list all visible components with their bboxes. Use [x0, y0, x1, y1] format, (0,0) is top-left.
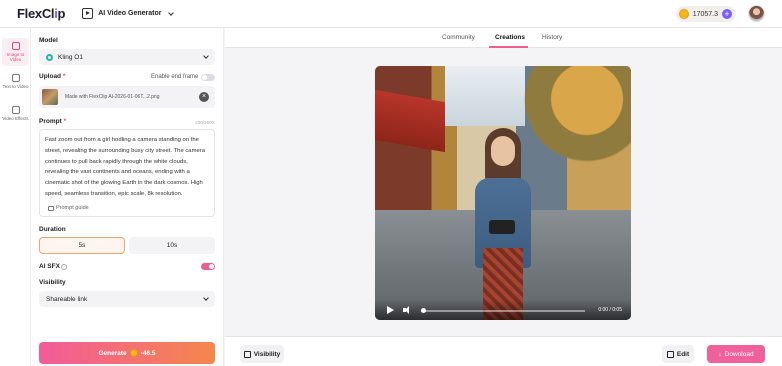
- text-video-icon: [11, 74, 20, 82]
- upload-filename: Made with FlexClip AI-2026-01-06T...2.pn…: [65, 94, 160, 100]
- download-button[interactable]: ↓ Download: [707, 345, 765, 363]
- prompt-label: Prompt *: [39, 118, 67, 125]
- visibility-label: Visibility: [39, 279, 66, 286]
- tool-name: AI Video Generator: [98, 10, 162, 17]
- duration-5s-button[interactable]: 5s: [39, 237, 125, 254]
- video-time: 0:00 / 0:05: [598, 307, 622, 313]
- prompt-counter: 200/2500: [195, 120, 214, 125]
- download-icon: ↓: [718, 350, 722, 358]
- video-controls: 0:00 / 0:05: [375, 300, 631, 320]
- generate-button[interactable]: Generate -46.5: [39, 342, 215, 364]
- coin-icon: [678, 9, 689, 19]
- settings-panel: Model Kling O1 Upload * Enable end frame…: [31, 28, 224, 366]
- video-frame-trees: [521, 66, 631, 176]
- video-frame-sky: [445, 66, 525, 126]
- chevron-down-icon: [168, 9, 175, 16]
- remove-file-button[interactable]: ×: [199, 92, 209, 102]
- upload-file[interactable]: Made with FlexClip AI-2026-01-06T...2.pn…: [39, 86, 215, 108]
- video-frame-subject: [471, 128, 535, 320]
- bottom-bar: Visibility Edit ↓ Download: [225, 336, 782, 366]
- flexclip-logo[interactable]: FlexCl i p: [17, 6, 65, 21]
- prompt-text: Fast zoom out from a girl hodling a came…: [45, 137, 205, 197]
- visibility-icon: [243, 350, 251, 358]
- credits-badge[interactable]: 17057.3 +: [675, 6, 736, 22]
- book-icon: [48, 205, 54, 211]
- image-video-icon: [11, 42, 20, 50]
- rail-item-image-to-video[interactable]: Image to Video: [2, 38, 29, 66]
- main-area: Community Creations History 0:00 / 0:05 …: [225, 28, 782, 366]
- model-label: Model: [39, 37, 58, 44]
- active-tab-indicator: [489, 46, 528, 48]
- prompt-guide-link[interactable]: Prompt guide: [48, 205, 89, 211]
- tab-history[interactable]: History: [542, 34, 562, 41]
- tab-creations[interactable]: Creations: [495, 34, 525, 41]
- top-bar: FlexCl i p AI Video Generator 17057.3 +: [0, 0, 782, 28]
- tabs-bar: Community Creations History: [225, 28, 782, 48]
- upload-thumbnail: [42, 89, 58, 105]
- volume-icon[interactable]: [403, 306, 411, 314]
- ai-sfx-toggle[interactable]: [201, 263, 215, 270]
- prompt-textarea[interactable]: Fast zoom out from a girl hodling a came…: [39, 129, 215, 217]
- edit-icon: [666, 350, 674, 358]
- left-rail: Image to Video Text to Video Video Effec…: [0, 28, 31, 366]
- progress-handle[interactable]: [421, 308, 426, 313]
- end-frame-toggle[interactable]: [201, 74, 215, 81]
- tool-switcher[interactable]: AI Video Generator: [82, 8, 175, 19]
- ai-sfx-label: AI SFX: [39, 263, 60, 270]
- video-player[interactable]: 0:00 / 0:05: [375, 66, 631, 320]
- video-frame-awning: [375, 89, 445, 153]
- rail-item-text-to-video[interactable]: Text to Video: [2, 70, 29, 98]
- play-icon[interactable]: [387, 306, 394, 314]
- model-select[interactable]: Kling O1: [39, 49, 215, 65]
- duration-10s-button[interactable]: 10s: [129, 237, 215, 254]
- credits-value: 17057.3: [692, 10, 718, 18]
- chevron-down-icon: [203, 53, 209, 59]
- tab-community[interactable]: Community: [442, 34, 475, 41]
- rail-item-video-effects[interactable]: Video Effects: [2, 102, 29, 130]
- generate-cost: -46.5: [140, 349, 156, 357]
- video-progress-bar[interactable]: [421, 310, 585, 312]
- add-credits-icon[interactable]: +: [722, 9, 732, 19]
- video-generator-icon: [82, 8, 94, 19]
- upload-label: Upload *: [39, 73, 66, 80]
- effects-icon: [11, 106, 20, 114]
- kling-icon: [46, 53, 53, 61]
- avatar[interactable]: [748, 5, 765, 22]
- visibility-value: Shareable link: [46, 295, 88, 303]
- end-frame-label: Enable end frame: [151, 74, 199, 80]
- model-value: Kling O1: [58, 53, 83, 61]
- chevron-down-icon: [203, 295, 209, 301]
- visibility-button[interactable]: Visibility: [240, 345, 284, 363]
- info-icon[interactable]: i: [61, 264, 67, 270]
- visibility-select[interactable]: Shareable link: [39, 291, 215, 307]
- edit-button[interactable]: Edit: [662, 345, 694, 363]
- duration-label: Duration: [39, 226, 66, 233]
- coin-icon: [129, 349, 138, 357]
